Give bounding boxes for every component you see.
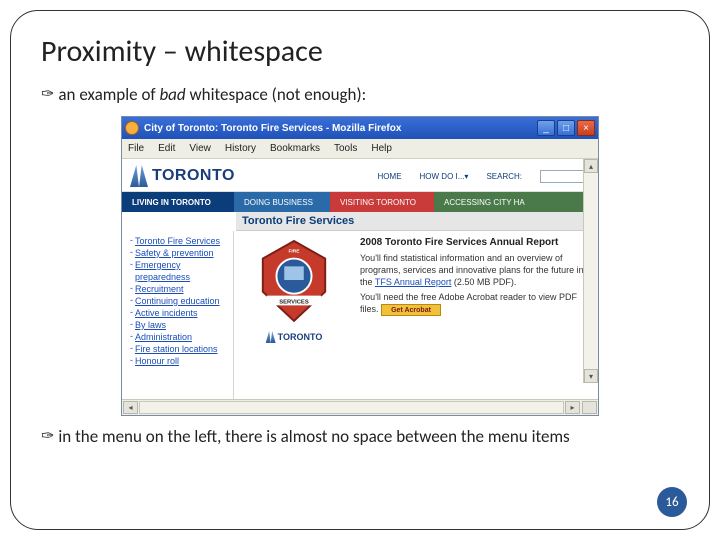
menu-history[interactable]: History (225, 143, 256, 154)
nav-search-label: SEARCH: (486, 172, 522, 181)
tab-visiting[interactable]: VISITING TORONTO (330, 192, 434, 212)
scroll-down-icon[interactable]: ▾ (584, 369, 598, 383)
vertical-scrollbar[interactable]: ▴ ▾ (583, 159, 598, 383)
bullet-1-text: an example of bad whitespace (not enough… (58, 84, 366, 105)
scroll-left-icon[interactable]: ◂ (123, 401, 138, 414)
bullet-2-text: in the menu on the left, there is almost… (58, 426, 569, 447)
scroll-up-icon[interactable]: ▴ (584, 159, 598, 173)
bullet-icon: ✑ (41, 84, 54, 106)
sidebar-link[interactable]: Emergency preparedness (135, 259, 229, 283)
maximize-button[interactable]: □ (557, 120, 575, 136)
close-button[interactable]: × (577, 120, 595, 136)
slide-title: Proximity – whitespace (41, 33, 679, 70)
page-columns: -Toronto Fire Services -Safety & prevent… (122, 231, 598, 399)
menu-view[interactable]: View (189, 143, 211, 154)
right-column: 2008 Toronto Fire Services Annual Report… (354, 231, 598, 399)
embedded-screenshot: City of Toronto: Toronto Fire Services -… (121, 116, 599, 416)
svg-text:FIRE: FIRE (288, 249, 300, 255)
mini-logo: TORONTO (266, 331, 323, 343)
menu-file[interactable]: File (128, 143, 144, 154)
menu-bookmarks[interactable]: Bookmarks (270, 143, 320, 154)
article-body-2: You'll need the free Adobe Acrobat reade… (360, 291, 590, 316)
slide-frame: Proximity – whitespace ✑ an example of b… (10, 10, 710, 530)
logo-text: TORONTO (152, 167, 235, 185)
sidebar-link[interactable]: Active incidents (135, 307, 198, 319)
bullet-icon: ✑ (41, 426, 54, 448)
menu-edit[interactable]: Edit (158, 143, 175, 154)
site-logo[interactable]: TORONTO (130, 165, 235, 187)
center-column: SERVICES FIRE TORONTO (234, 231, 354, 399)
bullet-2: ✑ in the menu on the left, there is almo… (41, 426, 679, 448)
left-sidebar: -Toronto Fire Services -Safety & prevent… (122, 231, 234, 399)
sidebar-link[interactable]: Safety & prevention (135, 247, 214, 259)
fire-services-badge-icon: SERVICES FIRE (255, 237, 333, 325)
scroll-right-icon[interactable]: ▸ (565, 401, 580, 414)
firefox-icon (125, 121, 139, 135)
svg-text:SERVICES: SERVICES (279, 299, 309, 305)
window-title: City of Toronto: Toronto Fire Services -… (144, 123, 537, 134)
browser-menubar: File Edit View History Bookmarks Tools H… (122, 139, 598, 159)
nav-home[interactable]: HOME (378, 172, 402, 181)
tab-doing[interactable]: DOING BUSINESS (234, 192, 330, 212)
toronto-mini-icon (266, 331, 276, 343)
sidebar-link[interactable]: Administration (135, 331, 192, 343)
minimize-button[interactable]: _ (537, 120, 555, 136)
window-titlebar: City of Toronto: Toronto Fire Services -… (122, 117, 598, 139)
window-buttons: _ □ × (537, 120, 595, 136)
page-number-badge: 16 (657, 487, 687, 517)
sidebar-link[interactable]: Honour roll (135, 355, 179, 367)
top-nav: HOME HOW DO I...▾ SEARCH: (378, 170, 590, 183)
article-title: 2008 Toronto Fire Services Annual Report (360, 237, 590, 249)
menu-tools[interactable]: Tools (334, 143, 357, 154)
sidebar-link[interactable]: Recruitment (135, 283, 184, 295)
menu-help[interactable]: Help (371, 143, 392, 154)
sidebar-link[interactable]: By laws (135, 319, 166, 331)
toronto-logo-icon (130, 165, 148, 187)
get-acrobat-button[interactable]: Get Acrobat (381, 304, 441, 316)
sidebar-link[interactable]: Fire station locations (135, 343, 218, 355)
page-subheading: Toronto Fire Services (236, 212, 598, 231)
article-body-1: You'll find statistical information and … (360, 252, 590, 288)
page-content: TORONTO HOME HOW DO I...▾ SEARCH: LIVING… (122, 159, 598, 399)
sidebar-link[interactable]: Toronto Fire Services (135, 235, 220, 247)
tab-living[interactable]: LIVING IN TORONTO (122, 192, 234, 212)
sidebar-link[interactable]: Continuing education (135, 295, 220, 307)
report-link[interactable]: TFS Annual Report (375, 277, 452, 287)
bullet-1: ✑ an example of bad whitespace (not enou… (41, 84, 679, 106)
resize-grip-icon[interactable] (582, 401, 597, 414)
primary-tabs: LIVING IN TORONTO DOING BUSINESS VISITIN… (122, 192, 598, 212)
nav-howdo[interactable]: HOW DO I...▾ (420, 172, 469, 181)
site-header: TORONTO HOME HOW DO I...▾ SEARCH: (122, 159, 598, 192)
horizontal-scrollbar[interactable]: ◂ ▸ (122, 399, 598, 415)
tab-accessing[interactable]: ACCESSING CITY HA (434, 192, 598, 212)
